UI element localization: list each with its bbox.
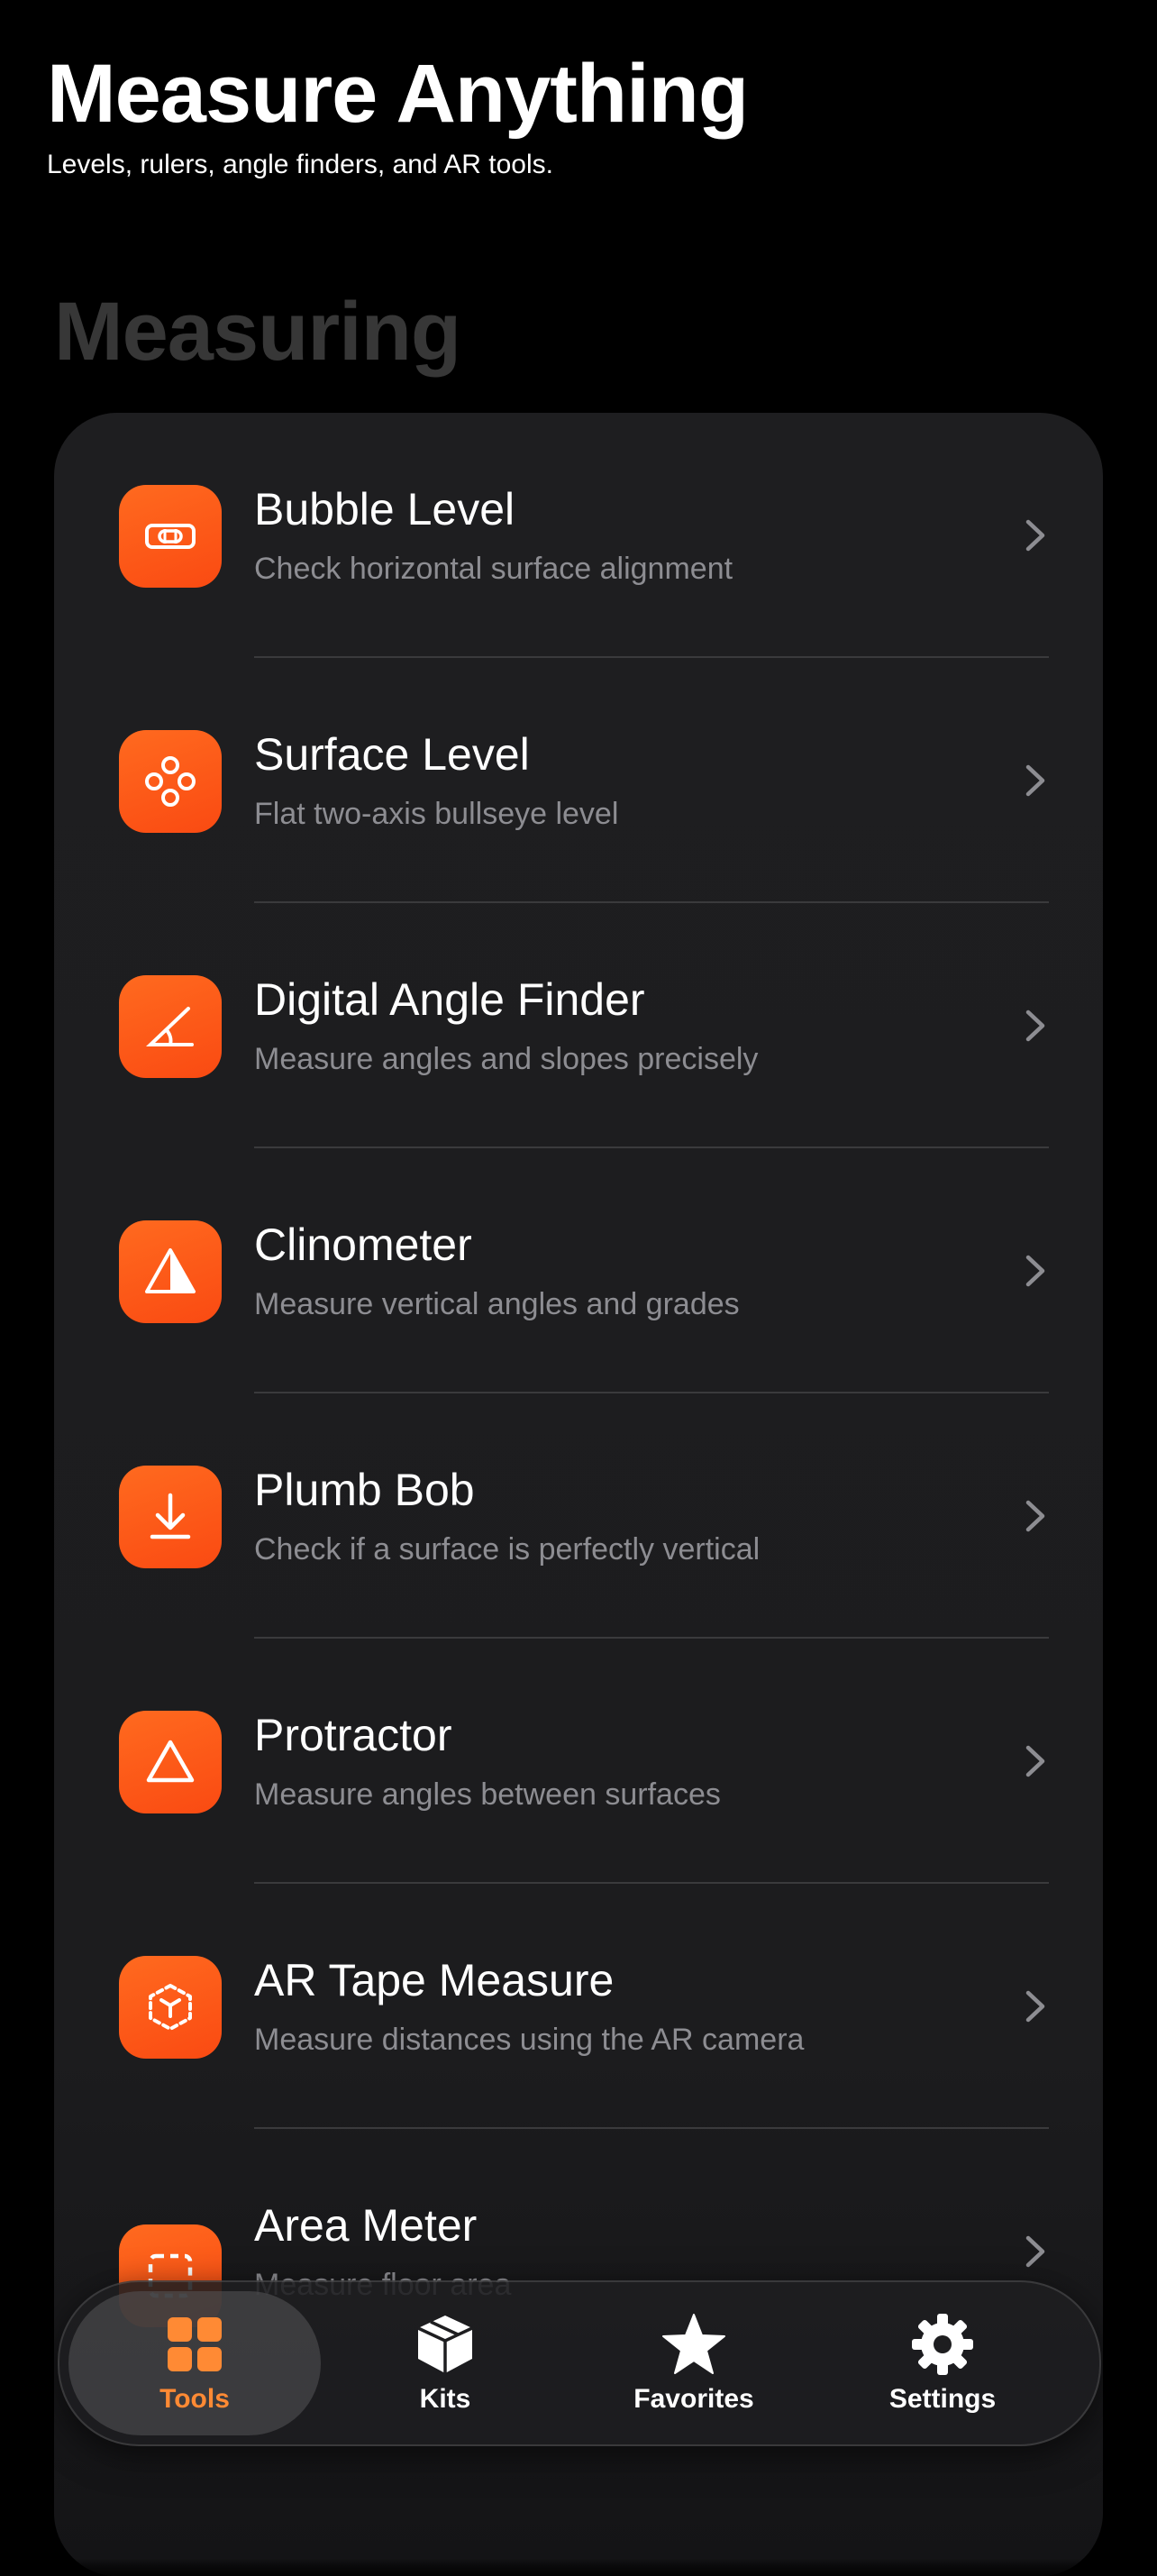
chevron-right-icon <box>1025 764 1045 797</box>
tab-kits[interactable]: Kits <box>319 2291 571 2435</box>
tool-description: Measure angles between surfaces <box>254 1777 721 1812</box>
tool-row-protractor[interactable]: Protractor Measure angles between surfac… <box>54 1639 1103 1884</box>
box-icon <box>417 2316 473 2373</box>
triangle-half-icon <box>119 1220 222 1323</box>
tab-label: Kits <box>419 2384 471 2414</box>
tab-settings[interactable]: Settings <box>816 2291 1069 2435</box>
tool-name: Clinometer <box>254 1219 472 1270</box>
circles-icon <box>119 730 222 833</box>
chevron-right-icon <box>1025 1500 1045 1532</box>
page-title: Measure Anything <box>47 48 749 140</box>
tool-description: Check horizontal surface alignment <box>254 552 733 586</box>
tool-name: Bubble Level <box>254 484 515 534</box>
tab-bar: Tools Kits Favorites Settings <box>58 2280 1101 2446</box>
tool-name: Plumb Bob <box>254 1465 475 1515</box>
star-icon <box>662 2314 725 2374</box>
tool-row-plumb-bob[interactable]: Plumb Bob Check if a surface is perfectl… <box>54 1393 1103 1639</box>
tool-description: Measure distances using the AR camera <box>254 2023 805 2057</box>
ar-cube-icon <box>119 1956 222 2059</box>
tab-label: Settings <box>888 2384 997 2414</box>
tool-row-bubble-level[interactable]: Bubble Level Check horizontal surface al… <box>54 413 1103 658</box>
tool-name: Area Meter <box>254 2200 478 2251</box>
arrow-down-to-line-icon <box>119 1466 222 1568</box>
tool-description: Measure vertical angles and grades <box>254 1287 740 1321</box>
tool-name: Surface Level <box>254 729 530 780</box>
angle-icon <box>119 975 222 1078</box>
gear-icon <box>912 2314 973 2375</box>
tool-name: Protractor <box>254 1710 452 1760</box>
chevron-right-icon <box>1025 519 1045 552</box>
tab-label: Tools <box>159 2384 230 2414</box>
chevron-right-icon <box>1025 1990 1045 2023</box>
tool-name: Digital Angle Finder <box>254 974 645 1025</box>
scroll-fade <box>54 2558 1103 2576</box>
page-subtitle: Levels, rulers, angle finders, and AR to… <box>47 150 553 179</box>
triangle-icon <box>119 1711 222 1813</box>
tool-row-surface-level[interactable]: Surface Level Flat two-axis bullseye lev… <box>54 658 1103 903</box>
grid-icon <box>168 2317 222 2371</box>
tab-tools[interactable]: Tools <box>68 2291 321 2435</box>
tab-favorites[interactable]: Favorites <box>568 2291 820 2435</box>
chevron-right-icon <box>1025 1255 1045 1287</box>
tool-description: Measure angles and slopes precisely <box>254 1042 759 1076</box>
tools-list: Bubble Level Check horizontal surface al… <box>54 413 1103 2576</box>
tool-row-digital-angle-finder[interactable]: Digital Angle Finder Measure angles and … <box>54 903 1103 1148</box>
tool-row-ar-tape-measure[interactable]: AR Tape Measure Measure distances using … <box>54 1884 1103 2129</box>
level-icon <box>119 485 222 588</box>
tool-description: Check if a surface is perfectly vertical <box>254 1532 761 1567</box>
tab-label: Favorites <box>633 2384 754 2414</box>
tool-name: AR Tape Measure <box>254 1955 615 2005</box>
section-title: Measuring <box>54 286 461 378</box>
chevron-right-icon <box>1025 1009 1045 1042</box>
page-header: Measure Anything Levels, rulers, angle f… <box>47 48 749 180</box>
chevron-right-icon <box>1025 2235 1045 2268</box>
tool-description: Flat two-axis bullseye level <box>254 797 619 831</box>
tool-row-clinometer[interactable]: Clinometer Measure vertical angles and g… <box>54 1148 1103 1393</box>
chevron-right-icon <box>1025 1745 1045 1777</box>
